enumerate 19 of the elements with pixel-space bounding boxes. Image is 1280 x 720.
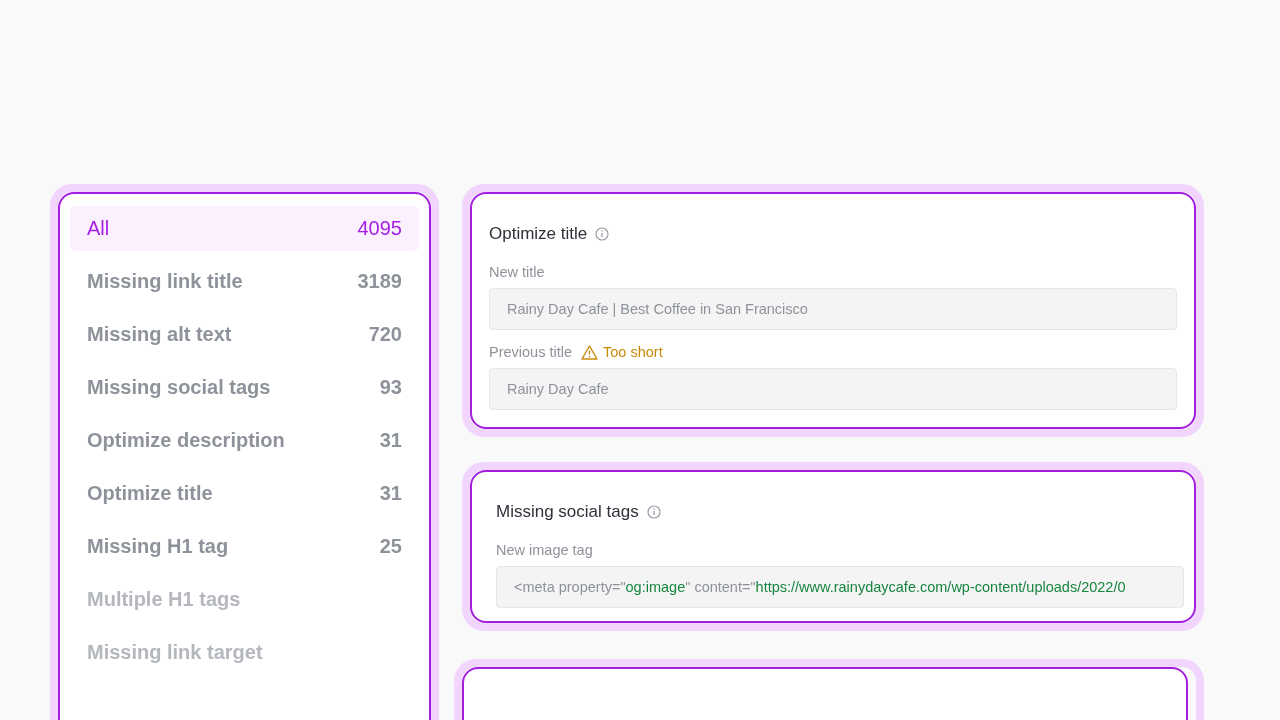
filter-item[interactable]: Missing alt text 720 bbox=[70, 312, 419, 357]
card-title: Optimize title bbox=[489, 224, 588, 244]
text-field[interactable]: Rainy Day Cafe | Best Coffee in San Francisco bbox=[489, 288, 1177, 330]
info-icon[interactable] bbox=[595, 227, 610, 241]
info-icon[interactable] bbox=[646, 505, 661, 519]
field-label: New image tag bbox=[496, 542, 593, 558]
filter-item[interactable]: All 4095 bbox=[70, 206, 419, 251]
filter-item[interactable]: Missing social tags 93 bbox=[70, 365, 419, 410]
warning-text: Too short bbox=[603, 344, 663, 360]
text-field[interactable]: Rainy Day Cafe bbox=[489, 368, 1177, 410]
field-label: Previous title bbox=[489, 344, 572, 360]
warning-icon bbox=[581, 344, 598, 360]
filter-item[interactable]: Optimize description 31 bbox=[70, 418, 419, 463]
code-field[interactable]: <meta property="og:image" content="https://www.rainydaycafe.com/wp-content/uploads/2022/0 bbox=[496, 566, 1184, 608]
field-label: New title bbox=[489, 264, 545, 280]
filter-item[interactable]: Missing link title 3189 bbox=[70, 259, 419, 304]
card-title: Missing social tags bbox=[496, 502, 639, 522]
filter-item[interactable]: Optimize title 31 bbox=[70, 471, 419, 516]
filter-item[interactable]: Missing H1 tag 25 bbox=[70, 524, 419, 569]
